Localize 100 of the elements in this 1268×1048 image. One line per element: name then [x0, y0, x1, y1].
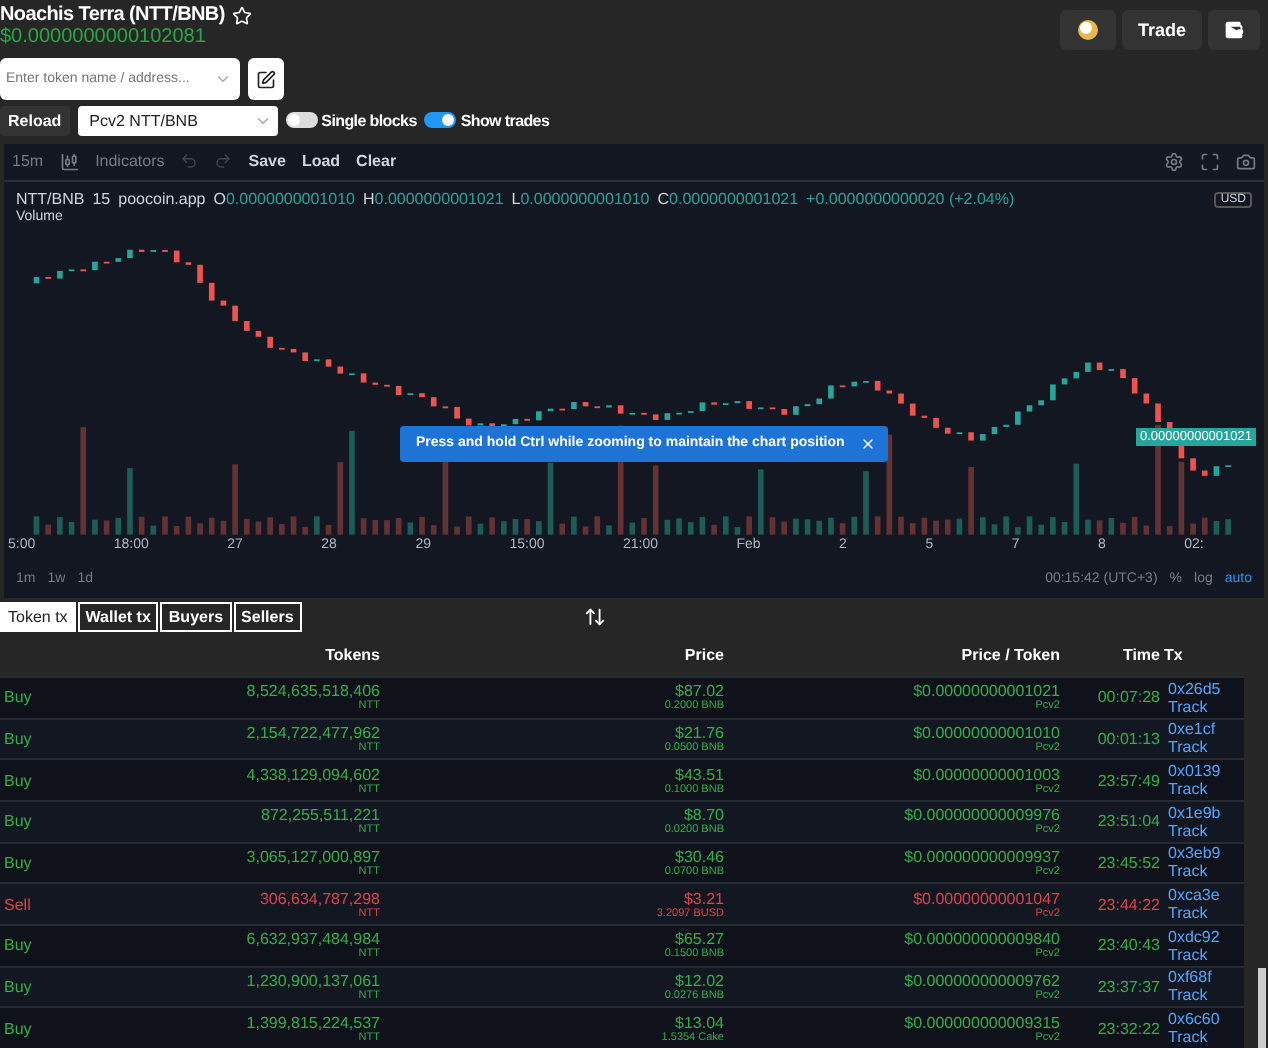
- edit-icon: [256, 69, 276, 89]
- tx-link[interactable]: 0xdc92: [1168, 927, 1220, 946]
- tx-link[interactable]: 0x26d5: [1168, 679, 1221, 698]
- column-header: Price: [682, 645, 726, 664]
- column-header: Tx: [1164, 645, 1185, 664]
- close-icon[interactable]: [860, 435, 877, 451]
- trade-time: 23:37:37: [1097, 977, 1160, 996]
- price-change: +0.0000000000020 (+2.04%): [806, 190, 1015, 208]
- tab[interactable]: Token tx: [0, 602, 76, 633]
- resize-icon[interactable]: [583, 606, 606, 629]
- indicators-button[interactable]: Indicators: [95, 152, 165, 170]
- track-link[interactable]: Track: [1168, 862, 1208, 881]
- track-link[interactable]: Track: [1168, 821, 1208, 840]
- chart-symbol: NTT/BNB: [16, 190, 85, 208]
- trade-price: $8.70: [683, 806, 724, 825]
- trade-time: 00:07:28: [1097, 688, 1160, 707]
- track-link[interactable]: Track: [1168, 945, 1208, 964]
- trade-type: Buy: [4, 812, 32, 831]
- chart-interval: 15: [92, 190, 111, 208]
- token-amount: 306,634,787,298: [259, 889, 380, 908]
- tab[interactable]: Wallet tx: [77, 602, 159, 633]
- trade-price: $3.21: [683, 889, 724, 908]
- token-amount: 2,154,722,477,962: [246, 723, 380, 742]
- trade-time: 23:40:43: [1097, 936, 1160, 955]
- ohlc-value: L0.0000000001010: [511, 190, 650, 208]
- trade-type: Sell: [4, 895, 31, 914]
- token-amount: 6,632,937,484,984: [246, 930, 380, 949]
- tx-link[interactable]: 0x1e9b: [1168, 803, 1221, 822]
- price-per-token: $0.00000000001021: [913, 682, 1060, 701]
- reload-button[interactable]: Reload: [0, 105, 70, 136]
- tab[interactable]: Sellers: [233, 602, 302, 633]
- settings-icon[interactable]: [1164, 151, 1184, 171]
- edit-button[interactable]: [248, 58, 284, 100]
- price-per-token: $0.00000000001047: [913, 889, 1060, 908]
- trade-price: $12.02: [675, 971, 724, 990]
- token-amount: 3,065,127,000,897: [246, 847, 380, 866]
- trade-type: Buy: [4, 936, 32, 955]
- tx-link[interactable]: 0xca3e: [1168, 886, 1220, 905]
- wallet-button[interactable]: [1208, 10, 1260, 50]
- toolbar-action[interactable]: Save: [248, 152, 286, 170]
- toggle-switch[interactable]: [285, 112, 318, 129]
- token-amount: 872,255,511,221: [261, 806, 380, 825]
- tx-link[interactable]: 0x3eb9: [1168, 844, 1221, 863]
- trade-type: Buy: [4, 688, 32, 707]
- price-per-token: $0.000000000009840: [904, 930, 1060, 949]
- trade-price: $87.02: [675, 682, 724, 701]
- column-header: Tokens: [323, 645, 382, 664]
- token-amount: 1,230,900,137,061: [246, 971, 380, 990]
- interval-button[interactable]: 15m: [12, 152, 44, 170]
- toggle-label: Show trades: [460, 111, 550, 130]
- price-per-token: $0.000000000009762: [904, 971, 1060, 990]
- coin-icon: [1075, 20, 1100, 40]
- trade-time: 23:51:04: [1097, 812, 1160, 831]
- pair-select[interactable]: Pcv2 NTT/BNB: [77, 105, 278, 136]
- fullscreen-icon[interactable]: [1200, 151, 1220, 171]
- trade-price: $21.76: [675, 723, 724, 742]
- trade-button[interactable]: Trade: [1121, 10, 1202, 50]
- toolbar-action[interactable]: Clear: [356, 152, 397, 170]
- trade-time: 23:32:22: [1097, 1019, 1160, 1038]
- trade-type: Buy: [4, 977, 32, 996]
- track-link[interactable]: Track: [1168, 1028, 1208, 1047]
- pair-label: Pcv2 NTT/BNB: [89, 111, 198, 130]
- ohlc-value: C0.0000000001021: [657, 190, 799, 208]
- toolbar-action[interactable]: Load: [301, 152, 341, 170]
- trade-type: Buy: [4, 853, 32, 872]
- tx-link[interactable]: 0x6c60: [1168, 1010, 1220, 1029]
- tx-link[interactable]: 0x0139: [1168, 762, 1221, 781]
- price-per-token: $0.000000000009315: [904, 1013, 1060, 1032]
- tab[interactable]: Buyers: [160, 602, 232, 633]
- price-per-token: $0.00000000001010: [913, 723, 1060, 742]
- trade-price: $13.04: [675, 1013, 724, 1032]
- tx-link[interactable]: 0xf68f: [1168, 968, 1212, 987]
- tx-link[interactable]: 0xe1cf: [1168, 720, 1216, 739]
- price-per-token: $0.00000000001003: [913, 765, 1060, 784]
- token-amount: 1,399,815,224,537: [246, 1013, 380, 1032]
- candles-icon[interactable]: [59, 151, 80, 171]
- price-per-token: $0.000000000009976: [904, 806, 1060, 825]
- token-amount: 8,524,635,518,406: [246, 682, 380, 701]
- avatar-button[interactable]: [1059, 10, 1116, 50]
- track-link[interactable]: Track: [1168, 904, 1208, 923]
- trade-price: $30.46: [675, 847, 724, 866]
- token-title: Noachis Terra (NTT/BNB): [0, 4, 225, 26]
- chart-source: poocoin.app: [118, 190, 206, 208]
- token-price: $0.0000000000102081: [0, 26, 208, 48]
- column-header: Price / Token: [959, 645, 1062, 664]
- track-link[interactable]: Track: [1168, 738, 1208, 757]
- trade-type: Buy: [4, 729, 32, 748]
- price-per-token: $0.000000000009937: [904, 847, 1060, 866]
- camera-icon[interactable]: [1236, 151, 1256, 171]
- track-link[interactable]: Track: [1168, 986, 1208, 1005]
- trade-type: Buy: [4, 771, 32, 790]
- column-header: Time: [1120, 645, 1162, 664]
- toggle-switch[interactable]: [424, 112, 457, 129]
- ohlc-value: O0.0000000001010: [213, 190, 355, 208]
- track-link[interactable]: Track: [1168, 780, 1208, 799]
- wallet-icon: [1224, 20, 1244, 40]
- trade-time: 23:45:52: [1097, 853, 1160, 872]
- track-link[interactable]: Track: [1168, 697, 1208, 716]
- trade-price: $65.27: [675, 930, 724, 949]
- star-icon[interactable]: [232, 5, 253, 25]
